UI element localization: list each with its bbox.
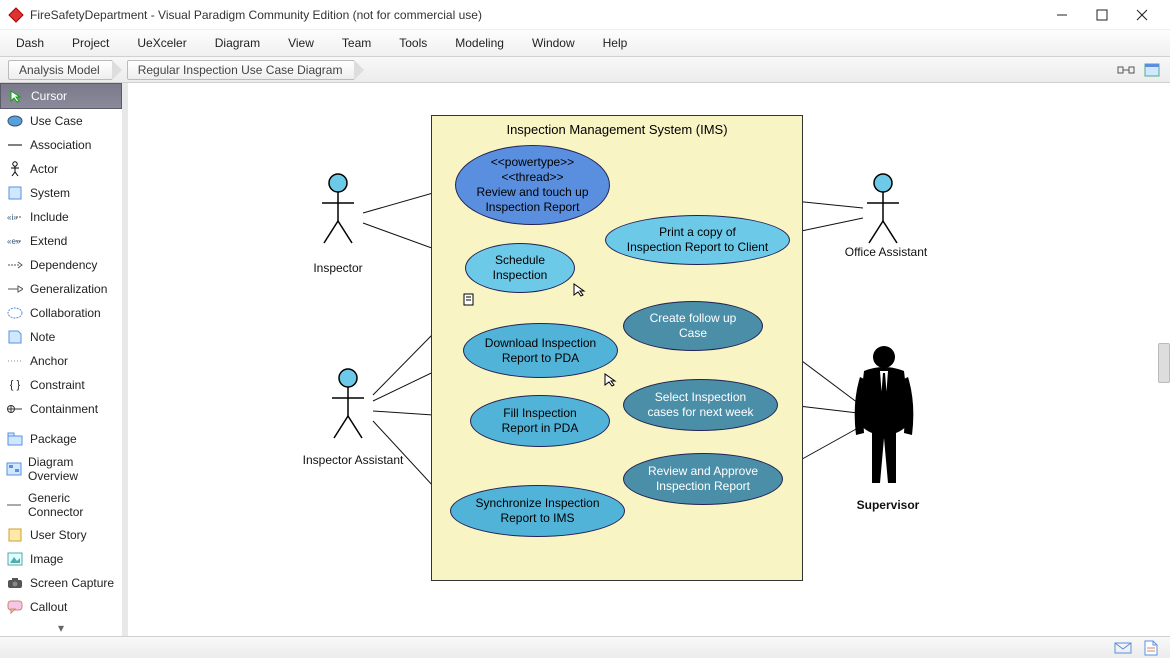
svg-text:«e»: «e» xyxy=(7,237,21,246)
anchor-icon xyxy=(6,353,24,369)
palette-item-system[interactable]: System xyxy=(0,181,122,205)
actor-icon xyxy=(6,161,24,177)
palette-item-anchor[interactable]: Anchor xyxy=(0,349,122,373)
include-icon: «i» xyxy=(6,209,24,225)
diagram-overview-icon xyxy=(6,461,22,477)
palette-label: Callout xyxy=(30,600,67,614)
palette-item-collaboration[interactable]: Collaboration xyxy=(0,301,122,325)
constraint-icon: { } xyxy=(6,377,24,393)
menu-uexceler[interactable]: UeXceler xyxy=(137,36,186,50)
menubar: Dash Project UeXceler Diagram View Team … xyxy=(0,30,1170,57)
status-bar xyxy=(0,636,1170,658)
palette-item-screen-capture[interactable]: Screen Capture xyxy=(0,571,122,595)
toolbar-panel-icon[interactable] xyxy=(1142,60,1162,80)
palette-item-user-story[interactable]: User Story xyxy=(0,523,122,547)
palette-item-callout[interactable]: Callout xyxy=(0,595,122,619)
user-story-icon xyxy=(6,527,24,543)
window-minimize-button[interactable] xyxy=(1042,0,1082,30)
palette-label: Collaboration xyxy=(30,306,101,320)
cursor-icon xyxy=(7,88,25,104)
containment-icon xyxy=(6,401,24,417)
breadcrumb-label: Analysis Model xyxy=(19,63,100,77)
palette-label: Association xyxy=(30,138,91,152)
palette-label: Generic Connector xyxy=(28,491,116,519)
palette-label: Diagram Overview xyxy=(28,455,116,483)
palette-item-include[interactable]: «i» Include xyxy=(0,205,122,229)
generalization-icon xyxy=(6,281,24,297)
palette-label: User Story xyxy=(30,528,87,542)
image-icon xyxy=(6,551,24,567)
palette-item-association[interactable]: Association xyxy=(0,133,122,157)
menu-window[interactable]: Window xyxy=(532,36,575,50)
association-icon xyxy=(6,137,24,153)
palette-label: Screen Capture xyxy=(30,576,114,590)
collaboration-icon xyxy=(6,305,24,321)
menu-help[interactable]: Help xyxy=(603,36,628,50)
palette-item-containment[interactable]: Containment xyxy=(0,397,122,421)
mail-icon[interactable] xyxy=(1114,640,1132,656)
breadcrumb-label: Regular Inspection Use Case Diagram xyxy=(138,63,343,77)
palette-label: Dependency xyxy=(30,258,97,272)
palette-item-extend[interactable]: «e» Extend xyxy=(0,229,122,253)
diagram-canvas[interactable]: Inspection Management System (IMS) <<pow… xyxy=(128,83,1170,636)
mini-glyphs xyxy=(128,83,1164,636)
menu-project[interactable]: Project xyxy=(72,36,109,50)
window-title: FireSafetyDepartment - Visual Paradigm C… xyxy=(30,8,1042,22)
extend-icon: «e» xyxy=(6,233,24,249)
breadcrumb-bar: Analysis Model Regular Inspection Use Ca… xyxy=(0,57,1170,83)
menu-dash[interactable]: Dash xyxy=(16,36,44,50)
breadcrumb-item-diagram[interactable]: Regular Inspection Use Case Diagram xyxy=(127,60,356,80)
callout-icon xyxy=(6,599,24,615)
menu-diagram[interactable]: Diagram xyxy=(215,36,260,50)
palette-label: Include xyxy=(30,210,69,224)
palette-label: Actor xyxy=(30,162,58,176)
usecase-icon xyxy=(6,113,24,129)
menu-modeling[interactable]: Modeling xyxy=(455,36,504,50)
note-icon xyxy=(6,329,24,345)
palette-item-note[interactable]: Note xyxy=(0,325,122,349)
palette-item-usecase[interactable]: Use Case xyxy=(0,109,122,133)
vertical-scrollbar[interactable] xyxy=(1158,343,1170,383)
palette-item-package[interactable]: Package xyxy=(0,427,122,451)
palette-item-generalization[interactable]: Generalization xyxy=(0,277,122,301)
palette-label: Use Case xyxy=(30,114,83,128)
palette-item-generic-connector[interactable]: Generic Connector xyxy=(0,487,122,523)
document-icon[interactable] xyxy=(1142,640,1160,656)
window-titlebar: FireSafetyDepartment - Visual Paradigm C… xyxy=(0,0,1170,30)
tool-palette: Cursor Use Case Association Actor System… xyxy=(0,83,128,636)
palette-item-constraint[interactable]: { } Constraint xyxy=(0,373,122,397)
palette-more-icon[interactable]: ▾ xyxy=(0,619,122,635)
window-maximize-button[interactable] xyxy=(1082,0,1122,30)
palette-label: Image xyxy=(30,552,63,566)
package-icon xyxy=(6,431,24,447)
breadcrumb-item-analysis-model[interactable]: Analysis Model xyxy=(8,60,113,80)
menu-tools[interactable]: Tools xyxy=(399,36,427,50)
dependency-icon xyxy=(6,257,24,273)
palette-label: Extend xyxy=(30,234,67,248)
palette-label: Generalization xyxy=(30,282,107,296)
palette-item-actor[interactable]: Actor xyxy=(0,157,122,181)
system-icon xyxy=(6,185,24,201)
palette-label: Constraint xyxy=(30,378,85,392)
palette-label: Package xyxy=(30,432,77,446)
toolbar-layout-icon[interactable] xyxy=(1116,60,1136,80)
app-logo-icon xyxy=(8,7,24,23)
palette-label: Containment xyxy=(30,402,98,416)
menu-team[interactable]: Team xyxy=(342,36,371,50)
menu-view[interactable]: View xyxy=(288,36,314,50)
screen-capture-icon xyxy=(6,575,24,591)
window-close-button[interactable] xyxy=(1122,0,1162,30)
palette-label: Cursor xyxy=(31,89,67,103)
palette-item-cursor[interactable]: Cursor xyxy=(0,83,122,109)
palette-label: Anchor xyxy=(30,354,68,368)
palette-label: Note xyxy=(30,330,55,344)
palette-item-diagram-overview[interactable]: Diagram Overview xyxy=(0,451,122,487)
generic-connector-icon xyxy=(6,497,22,513)
palette-label: System xyxy=(30,186,70,200)
palette-item-image[interactable]: Image xyxy=(0,547,122,571)
palette-item-dependency[interactable]: Dependency xyxy=(0,253,122,277)
